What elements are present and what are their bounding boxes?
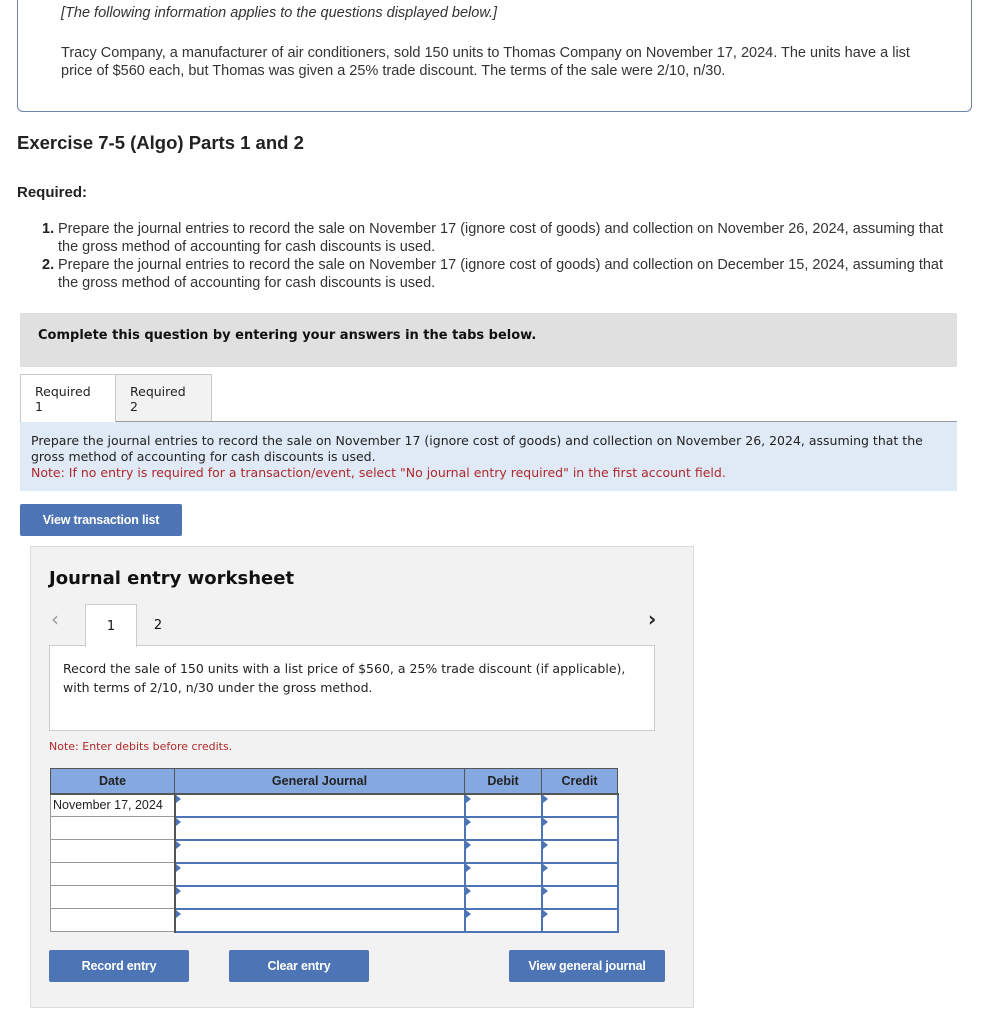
required-item-number: 2. (42, 257, 55, 273)
debit-input[interactable] (463, 884, 543, 910)
worksheet-tab-1[interactable]: 1 (85, 604, 137, 647)
journal-table-header: Date General Journal Debit Credit (50, 768, 618, 795)
journal-table: Date General Journal Debit Credit Novemb… (50, 768, 619, 933)
account-input[interactable] (173, 907, 466, 933)
clear-entry-button[interactable]: Clear entry (229, 950, 369, 982)
required-heading: Required: (17, 184, 88, 201)
column-header-credit: Credit (541, 768, 618, 795)
tab-required-1[interactable]: Required 1 (20, 374, 116, 422)
credit-input[interactable] (540, 861, 619, 887)
account-input[interactable] (173, 861, 466, 887)
worksheet-title: Journal entry worksheet (49, 568, 295, 589)
table-row (50, 884, 619, 910)
credit-input[interactable] (540, 884, 619, 910)
debit-input[interactable] (463, 815, 543, 841)
column-header-general-journal: General Journal (174, 768, 465, 795)
debit-input[interactable] (463, 838, 543, 864)
chevron-right-icon[interactable]: › (648, 607, 656, 631)
chevron-left-icon[interactable]: ‹ (51, 607, 59, 631)
table-row: November 17, 2024 (50, 792, 619, 818)
required-tabs: Required 1 Required 2 (20, 374, 212, 422)
account-input[interactable] (173, 884, 466, 910)
date-cell: November 17, 2024 (50, 793, 176, 817)
table-row (50, 907, 619, 933)
info-intro: [The following information applies to th… (61, 5, 498, 21)
worksheet-note: Note: Enter debits before credits. (49, 740, 233, 753)
instructions-text: Prepare the journal entries to record th… (31, 433, 923, 464)
credit-input[interactable] (540, 815, 619, 841)
required-item-text: Prepare the journal entries to record th… (58, 221, 944, 255)
date-cell (50, 839, 176, 863)
date-cell (50, 816, 176, 840)
record-entry-button[interactable]: Record entry (49, 950, 189, 982)
required-list: 1. Prepare the journal entries to record… (42, 220, 952, 292)
debit-input[interactable] (463, 907, 543, 933)
account-input[interactable] (173, 815, 466, 841)
required-item: 1. Prepare the journal entries to record… (42, 220, 952, 256)
view-transaction-list-button[interactable]: View transaction list (20, 504, 182, 536)
credit-input[interactable] (540, 907, 619, 933)
complete-banner-text: Complete this question by entering your … (38, 328, 537, 343)
credit-input[interactable] (540, 792, 619, 818)
account-input[interactable] (173, 838, 466, 864)
required-item-text: Prepare the journal entries to record th… (58, 257, 944, 291)
tab-required-2[interactable]: Required 2 (116, 374, 212, 422)
column-header-date: Date (50, 768, 175, 795)
complete-banner: Complete this question by entering your … (20, 313, 957, 367)
debit-input[interactable] (463, 792, 543, 818)
info-panel: [The following information applies to th… (17, 0, 972, 112)
credit-input[interactable] (540, 838, 619, 864)
date-cell (50, 862, 176, 886)
exercise-title: Exercise 7-5 (Algo) Parts 1 and 2 (17, 132, 304, 153)
instructions-note: Note: If no entry is required for a tran… (31, 465, 726, 480)
account-input[interactable] (173, 792, 466, 818)
date-cell (50, 885, 176, 909)
worksheet-tab-2[interactable]: 2 (137, 604, 179, 646)
column-header-debit: Debit (464, 768, 542, 795)
info-text: Tracy Company, a manufacturer of air con… (61, 45, 910, 79)
required-item-number: 1. (42, 221, 55, 237)
instructions-panel: Prepare the journal entries to record th… (20, 422, 957, 491)
journal-entry-worksheet: Journal entry worksheet ‹ 1 2 › Record t… (30, 546, 694, 1008)
required-item: 2. Prepare the journal entries to record… (42, 256, 952, 292)
debit-input[interactable] (463, 861, 543, 887)
date-cell (50, 908, 176, 932)
table-row (50, 815, 619, 841)
worksheet-description: Record the sale of 150 units with a list… (49, 645, 655, 731)
table-row (50, 838, 619, 864)
view-general-journal-button[interactable]: View general journal (509, 950, 665, 982)
table-row (50, 861, 619, 887)
